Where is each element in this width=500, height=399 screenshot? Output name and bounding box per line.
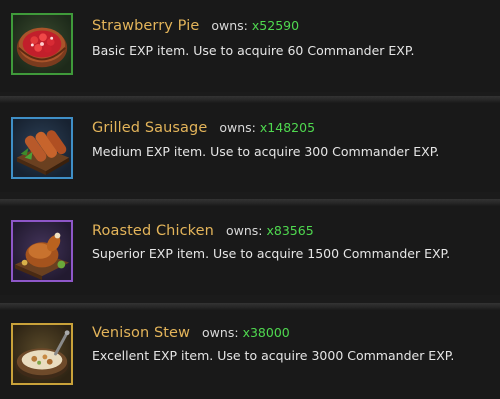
owns-count: x148205: [259, 120, 316, 135]
owns-count: x52590: [251, 18, 300, 33]
item-name: Strawberry Pie: [92, 18, 200, 34]
strawberry-pie-icon[interactable]: [11, 13, 73, 75]
owns-count: x38000: [242, 325, 290, 340]
item-name: Roasted Chicken: [92, 223, 214, 239]
item-name: Venison Stew: [92, 325, 191, 341]
item-row-strawberry-pie[interactable]: Strawberry Pie owns: x52590 Basic EXP item…: [0, 0, 500, 92]
item-description: Medium EXP item. Use to acquire 300 Comm…: [92, 144, 440, 159]
item-row-venison-stew[interactable]: Venison Stew owns: x38000 Excellent EXP it…: [0, 303, 500, 399]
item-name: Grilled Sausage: [92, 120, 208, 136]
item-description: Excellent EXP item. Use to acquire 3000 …: [92, 348, 455, 363]
owns-label: owns:: [225, 223, 263, 238]
owns-count: x83565: [266, 223, 314, 238]
roasted-chicken-icon[interactable]: [11, 220, 73, 282]
item-title-line: Roasted Chicken owns: x83565: [92, 221, 314, 240]
item-title-line: Venison Stew owns: x38000: [92, 323, 290, 342]
item-title-line: Strawberry Pie owns: x52590: [92, 16, 299, 35]
item-row-roasted-chicken[interactable]: Roasted Chicken owns: x83565 Superior EXP …: [0, 199, 500, 295]
item-description: Superior EXP item. Use to acquire 1500 C…: [92, 246, 451, 261]
owns-label: owns:: [202, 325, 239, 340]
grilled-sausage-icon[interactable]: [11, 117, 73, 179]
owns-label: owns:: [219, 120, 256, 135]
venison-stew-icon[interactable]: [11, 323, 73, 385]
exp-item-list: Strawberry Pie owns: x52590 Basic EXP item…: [0, 0, 500, 399]
item-title-line: Grilled Sausage owns: x148205: [92, 118, 315, 137]
item-row-grilled-sausage[interactable]: Grilled Sausage owns: x148205 Medium EXP i…: [0, 96, 500, 192]
owns-label: owns:: [211, 18, 248, 33]
item-description: Basic EXP item. Use to acquire 60 Comman…: [92, 43, 415, 58]
